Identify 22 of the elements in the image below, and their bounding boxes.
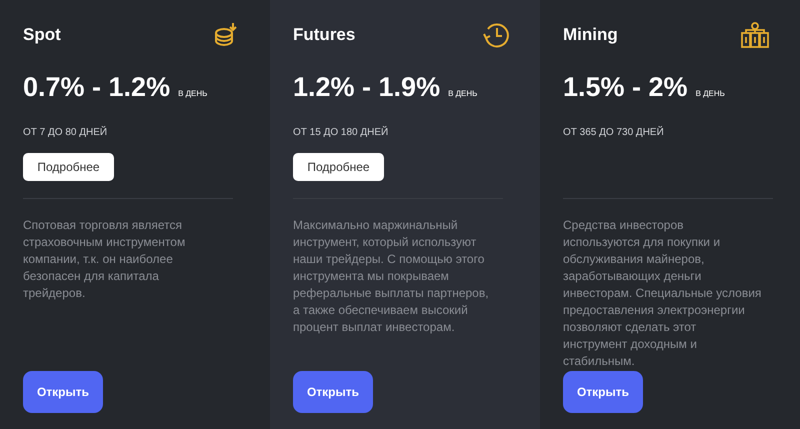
open-button[interactable]: Открыть [293, 371, 373, 413]
plan-title: Mining [563, 24, 618, 46]
plan-title: Spot [23, 24, 61, 46]
plan-description: Спотовая торговля является страховочным инструментом компании, т.к. он наиболее безопасен для капитала трейдеров. [23, 217, 186, 302]
rate-range: 1.5% - 2% [563, 74, 688, 101]
open-button[interactable]: Открыть [563, 371, 643, 413]
rate-unit: В ДЕНЬ [448, 88, 478, 100]
rate-unit: В ДЕНЬ [178, 88, 208, 100]
term-text: ОТ 15 ДО 180 ДНЕЙ [293, 125, 390, 140]
plan-description: Средства инвесторов используются для покупки и обслуживания майнеров, заработывающих деньги инвесторам. Специальные условия предоставления электроэнергии позволяют сделать этот инструмент доходным и стабильным. [563, 217, 762, 370]
clock-icon [482, 21, 510, 49]
details-button[interactable]: Подробнее [23, 153, 114, 181]
rate-range: 0.7% - 1.2% [23, 74, 170, 101]
term-text: ОТ 7 ДО 80 ДНЕЙ [23, 125, 108, 140]
details-button[interactable]: Подробнее [293, 153, 384, 181]
open-button[interactable]: Открыть [23, 371, 103, 413]
plan-description: Максимально маржинальный инструмент, который используют наши трейдеры. С помощью этого инструмента мы покрываем реферальные выплаты партнеров, а также обеспечиваем высокий процент выплат инвесторам. [293, 217, 490, 336]
rate-range: 1.2% - 1.9% [293, 74, 440, 101]
rate-unit: В ДЕНЬ [696, 88, 725, 100]
server-racks-icon [740, 21, 770, 49]
term-text: ОТ 365 ДО 730 ДНЕЙ [563, 125, 665, 140]
plan-title: Futures [293, 24, 356, 46]
